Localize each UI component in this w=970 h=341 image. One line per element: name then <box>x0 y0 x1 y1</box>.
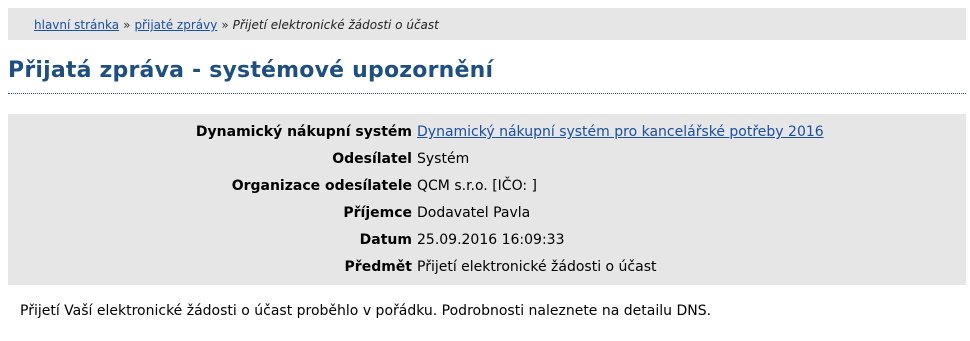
recipient-value: Dodavatel Pavla <box>417 205 531 221</box>
recipient-label: Příjemce <box>343 205 412 221</box>
breadcrumb-separator: » <box>123 18 131 32</box>
subject-value: Přijetí elektronické žádosti o účast <box>417 259 657 275</box>
detail-row-date: Datum 25.09.2016 16:09:33 <box>8 228 966 252</box>
page-title: Přijatá zpráva - systémové upozornění <box>8 58 494 83</box>
breadcrumb-separator: » <box>221 18 229 32</box>
organization-label: Organizace odesílatele <box>231 178 412 194</box>
breadcrumb-current: Přijetí elektronické žádosti o účast <box>232 18 439 32</box>
detail-row-subject: Předmět Přijetí elektronické žádosti o ú… <box>8 255 966 279</box>
title-divider <box>8 93 966 94</box>
sender-label: Odesílatel <box>332 151 412 167</box>
subject-label: Předmět <box>344 259 412 275</box>
breadcrumb: hlavní stránka» přijaté zprávy» Přijetí el… <box>8 8 966 40</box>
organization-value: QCM s.r.o. [IČO: ] <box>417 178 537 194</box>
breadcrumb-received-messages-link[interactable]: přijaté zprávy <box>134 18 217 32</box>
message-body: Přijetí Vaší elektronické žádosti o účas… <box>8 285 966 333</box>
dns-link[interactable]: Dynamický nákupní systém pro kancelářské… <box>417 124 824 140</box>
breadcrumb-home-link[interactable]: hlavní stránka <box>34 18 119 32</box>
sender-value: Systém <box>417 151 470 167</box>
message-details-panel: Dynamický nákupní systém Dynamický nákup… <box>8 114 966 285</box>
detail-row-dns: Dynamický nákupní systém Dynamický nákup… <box>8 120 966 144</box>
dns-label: Dynamický nákupní systém <box>195 124 412 140</box>
detail-row-sender: Odesílatel Systém <box>8 147 966 171</box>
detail-row-organization: Organizace odesílatele QCM s.r.o. [IČO: … <box>8 174 966 198</box>
date-label: Datum <box>359 232 412 248</box>
detail-row-recipient: Příjemce Dodavatel Pavla <box>8 201 966 225</box>
date-value: 25.09.2016 16:09:33 <box>417 232 565 248</box>
